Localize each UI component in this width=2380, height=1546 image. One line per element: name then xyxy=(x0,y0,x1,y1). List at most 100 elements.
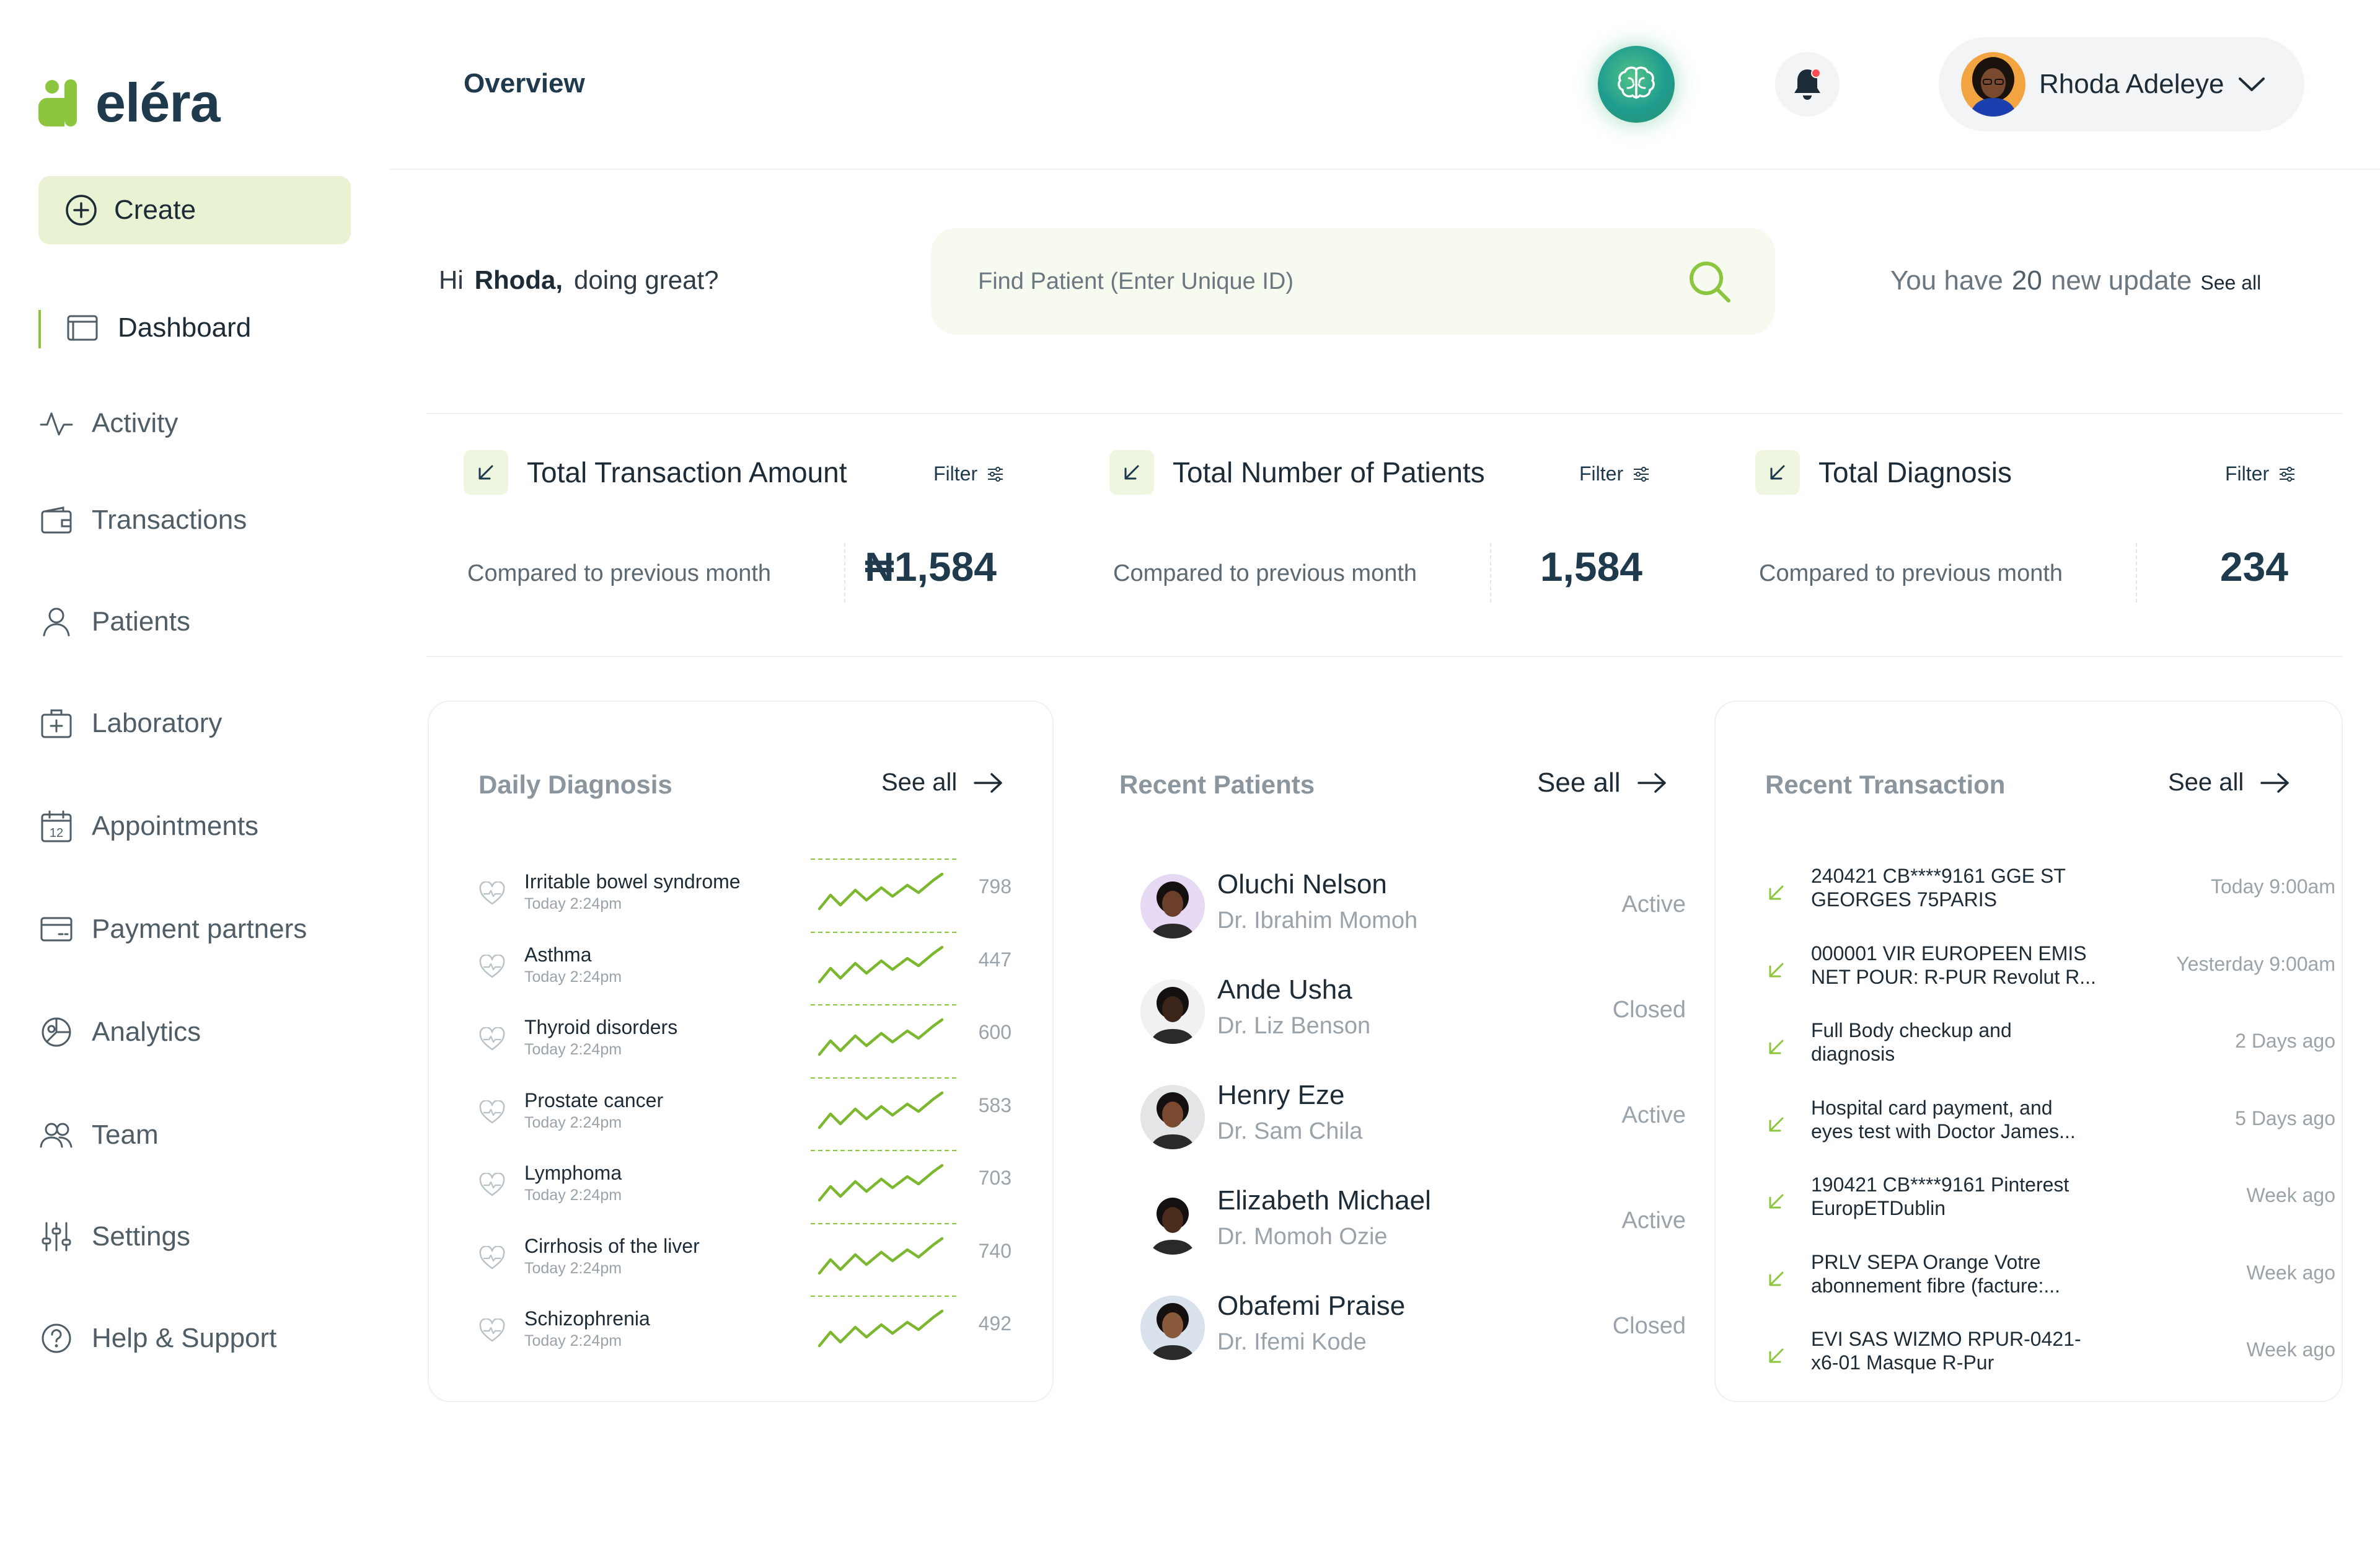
diagnosis-count: 740 xyxy=(978,1239,1011,1262)
sidebar-item-payment-partners[interactable]: Payment partners xyxy=(38,911,307,947)
updates-see-all-link[interactable]: See all xyxy=(2200,272,2261,294)
panel-title: Recent Transaction xyxy=(1765,770,2006,799)
sidebar-item-appointments[interactable]: 12 Appointments xyxy=(38,808,258,844)
diagnosis-name: Prostate cancer xyxy=(524,1089,664,1111)
transaction-row[interactable]: 190421 CB****9161 Pinterest EuropETDublin… xyxy=(1765,1173,2335,1250)
transaction-description: 190421 CB****9161 Pinterest EuropETDublin xyxy=(1811,1173,2121,1220)
patient-status: Closed xyxy=(1612,997,1686,1023)
diagnosis-name: Cirrhosis of the liver xyxy=(524,1234,700,1257)
medkit-icon xyxy=(41,709,72,738)
transaction-time: Yesterday 9:00am xyxy=(2176,952,2335,975)
search-icon[interactable] xyxy=(1686,258,1733,305)
patient-row[interactable]: Elizabeth Michael Dr. Momoh Ozie Active xyxy=(1140,1185,1686,1278)
sidebar-item-label: Analytics xyxy=(92,1017,201,1047)
sidebar-item-activity[interactable]: Activity xyxy=(38,405,178,441)
analytics-icon xyxy=(42,1017,71,1047)
stat-divider xyxy=(2136,543,2137,603)
filter-button[interactable]: Filter xyxy=(933,462,1005,485)
filter-button[interactable]: Filter xyxy=(2225,462,2296,485)
see-all-label: See all xyxy=(881,769,958,796)
diagnosis-name: Irritable bowel syndrome xyxy=(524,870,741,893)
transaction-time: Today 9:00am xyxy=(2210,875,2335,898)
transaction-line-1: 240421 CB****9161 GGE ST xyxy=(1811,865,2066,887)
recent-transaction-see-all[interactable]: See all xyxy=(2168,769,2291,797)
arrow-right-icon xyxy=(974,772,1003,793)
patient-row[interactable]: Oluchi Nelson Dr. Ibrahim Momoh Active xyxy=(1140,869,1686,962)
arrow-down-left-icon xyxy=(464,450,508,495)
greeting: Hi Rhoda, doing great? xyxy=(439,265,719,295)
help-icon xyxy=(42,1323,71,1353)
stat-divider xyxy=(1490,543,1491,603)
transaction-time: 2 Days ago xyxy=(2235,1030,2335,1052)
transaction-description: 000001 VIR EUROPEEN EMIS NET POUR: R-PUR … xyxy=(1811,942,2121,989)
greeting-rest: doing great? xyxy=(574,265,719,294)
diagnosis-count: 492 xyxy=(978,1312,1011,1335)
transaction-row[interactable]: Full Body checkup and diagnosis 2 Days ago xyxy=(1765,1018,2335,1095)
diagnosis-count: 798 xyxy=(978,875,1011,898)
recent-patients-panel: Recent Patients See all Oluchi Nelson Dr.… xyxy=(1070,700,1696,1402)
transaction-line-2: EuropETDublin xyxy=(1811,1197,1946,1219)
notifications-button[interactable] xyxy=(1775,52,1840,117)
page-title: Overview xyxy=(464,68,585,99)
filter-icon xyxy=(2280,466,2295,482)
sidebar-item-label: Appointments xyxy=(92,811,259,841)
diagnosis-row[interactable]: Schizophrenia Today 2:24pm 492 xyxy=(478,1296,1018,1378)
ai-assistant-button[interactable] xyxy=(1598,46,1675,123)
transaction-row[interactable]: 000001 VIR EUROPEEN EMIS NET POUR: R-PUR … xyxy=(1765,942,2335,1018)
diagnosis-count: 600 xyxy=(978,1021,1011,1043)
arrow-down-left-icon xyxy=(1765,1113,1787,1136)
patient-name: Henry Eze xyxy=(1217,1080,1345,1110)
stat-subtitle: Compared to previous month xyxy=(467,560,772,586)
sidebar-item-transactions[interactable]: Transactions xyxy=(38,502,247,538)
transaction-line-2: eyes test with Doctor James... xyxy=(1811,1120,2076,1142)
patient-row[interactable]: Obafemi Praise Dr. Ifemi Kode Closed xyxy=(1140,1291,1686,1384)
user-name: Rhoda Adeleye xyxy=(2039,69,2224,99)
sidebar-item-label: Transactions xyxy=(92,505,247,535)
sidebar-item-settings[interactable]: Settings xyxy=(38,1219,190,1255)
sidebar-item-team[interactable]: Team xyxy=(38,1117,159,1153)
transaction-line-2: NET POUR: R-PUR Revolut R... xyxy=(1811,965,2096,988)
patient-status: Active xyxy=(1621,1208,1686,1234)
sliders-icon xyxy=(42,1222,71,1252)
patient-doctor: Dr. Sam Chila xyxy=(1217,1118,1363,1144)
sidebar-item-analytics[interactable]: Analytics xyxy=(38,1014,201,1050)
updates-count: 20 xyxy=(2011,265,2042,296)
stat-title: Total Number of Patients xyxy=(1173,456,1485,488)
create-button[interactable]: Create xyxy=(38,176,351,244)
trend-sparkline xyxy=(809,1292,958,1354)
patient-row[interactable]: Henry Eze Dr. Sam Chila Active xyxy=(1140,1080,1686,1173)
user-menu[interactable]: Rhoda Adeleye xyxy=(1939,37,2304,131)
sidebar-item-laboratory[interactable]: Laboratory xyxy=(38,705,222,741)
heart-pulse-icon xyxy=(478,1319,506,1343)
patient-row[interactable]: Ande Usha Dr. Liz Benson Closed xyxy=(1140,974,1686,1067)
transaction-line-1: Full Body checkup and xyxy=(1811,1019,2012,1041)
transaction-row[interactable]: PRLV SEPA Orange Votre abonnement fibre (… xyxy=(1765,1250,2335,1327)
brand-logo[interactable]: eléra xyxy=(38,76,221,130)
transaction-row[interactable]: EVI SAS WIZMO RPUR-0421- x6-01 Masque R-P… xyxy=(1765,1327,2335,1404)
plus-circle-icon xyxy=(66,195,97,226)
transaction-line-1: EVI SAS WIZMO RPUR-0421- xyxy=(1811,1328,2081,1350)
patient-name: Ande Usha xyxy=(1217,974,1352,1005)
arrow-down-left-icon xyxy=(1765,1268,1787,1290)
transaction-description: Full Body checkup and diagnosis xyxy=(1811,1018,2121,1066)
recent-patients-see-all[interactable]: See all xyxy=(1537,767,1668,798)
arrow-right-icon xyxy=(2260,772,2290,793)
patient-search[interactable] xyxy=(931,228,1775,335)
patient-avatar xyxy=(1140,874,1205,939)
sidebar-item-dashboard[interactable]: Dashboard xyxy=(64,310,251,346)
sidebar-item-patients[interactable]: Patients xyxy=(38,604,190,640)
filter-button[interactable]: Filter xyxy=(1579,462,1651,485)
transaction-description: Hospital card payment, and eyes test with… xyxy=(1811,1096,2121,1143)
diagnosis-count: 703 xyxy=(978,1167,1011,1189)
diagnosis-name: Thyroid disorders xyxy=(524,1016,678,1038)
search-input[interactable] xyxy=(977,267,1599,296)
transaction-row[interactable]: 240421 CB****9161 GGE ST GEORGES 75PARIS T… xyxy=(1765,864,2335,941)
patient-doctor: Dr. Momoh Ozie xyxy=(1217,1224,1388,1250)
heart-pulse-icon xyxy=(478,1027,506,1052)
section-divider-bottom xyxy=(426,656,2343,657)
stat-divider xyxy=(844,543,845,603)
stat-subtitle: Compared to previous month xyxy=(1113,560,1417,586)
transaction-row[interactable]: Hospital card payment, and eyes test with… xyxy=(1765,1096,2335,1173)
sidebar-item-help-support[interactable]: Help & Support xyxy=(38,1320,276,1356)
daily-diagnosis-see-all[interactable]: See all xyxy=(881,769,1004,797)
